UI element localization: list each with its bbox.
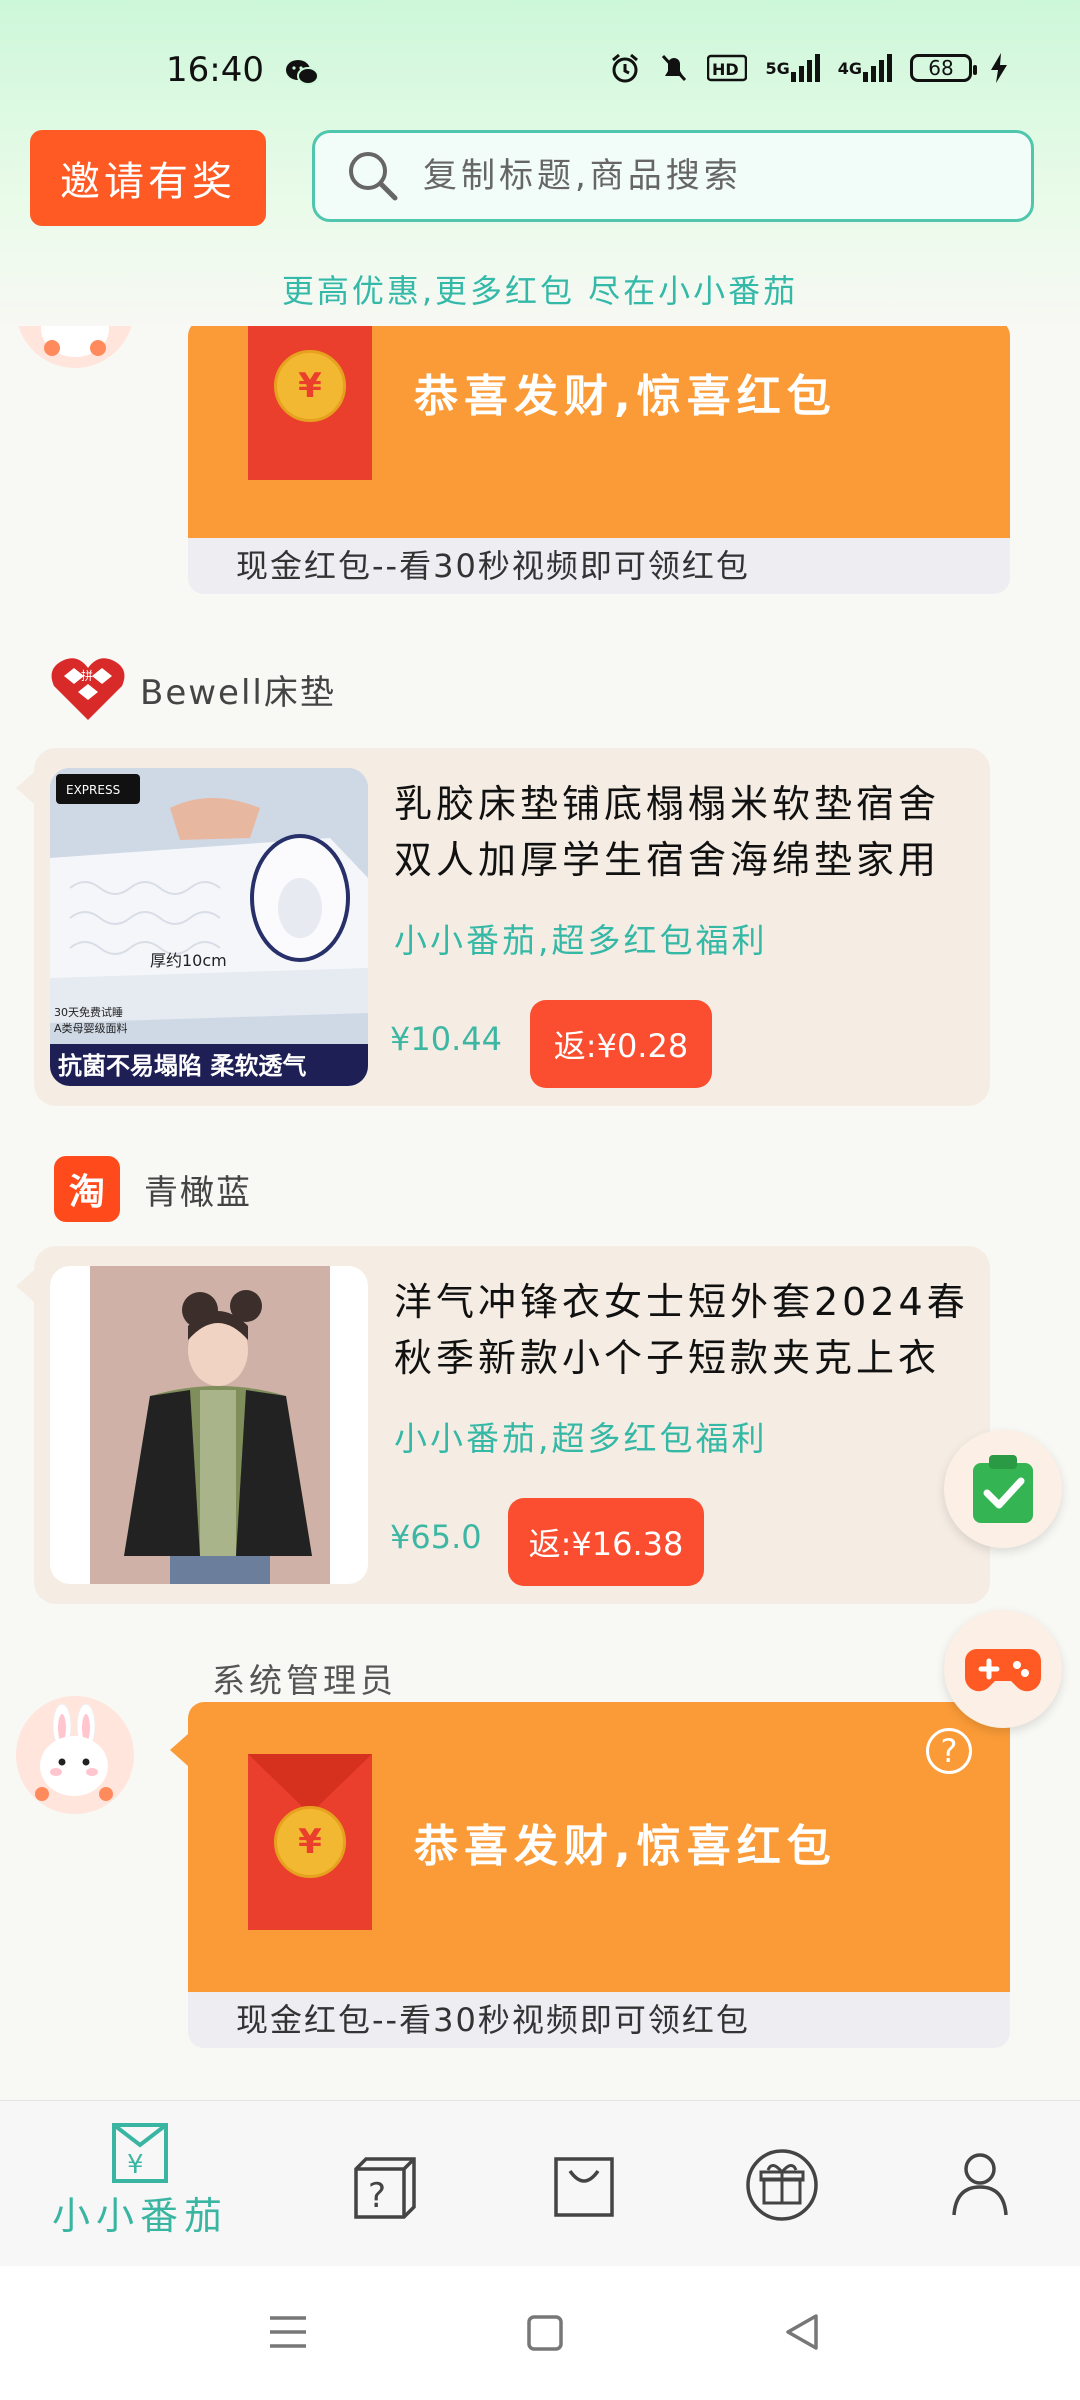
bubble-tail [170, 1734, 188, 1766]
product-tag: 小小番茄,超多红包福利 [394, 921, 768, 960]
svg-text:拼: 拼 [81, 669, 93, 683]
taobao-logo-text: 淘 [68, 1172, 105, 1213]
rebate-button[interactable]: 返:¥0.28 [530, 1000, 712, 1088]
invite-button[interactable]: 邀请有奖 [30, 130, 266, 226]
product-card[interactable]: 洋气冲锋衣女士短外套2024春秋季新款小个子短款夹克上衣 小小番茄,超多红包福利… [16, 1246, 990, 1604]
store-logo-icon: 拼 [51, 658, 125, 720]
red-packet-title: 恭喜发财,惊喜红包 [414, 1821, 837, 1872]
red-packet-subtitle: 现金红包--看30秒视频即可领红包 [236, 2001, 750, 2039]
nav-home-label: 小小番茄 [52, 2194, 229, 2238]
gamepad-icon [964, 1649, 1042, 1692]
slogan: 更高优惠,更多红包 尽在小小番茄 [281, 272, 799, 310]
svg-text:¥: ¥ [127, 2150, 144, 2180]
status-bar: 16:40 HD 5G 4G 68 [0, 0, 1080, 130]
alarm-icon [609, 52, 641, 84]
signal-5g-icon: 5G [765, 54, 820, 82]
red-packet-title: 恭喜发财,惊喜红包 [414, 371, 837, 422]
search-bar[interactable] [312, 130, 1034, 222]
product-price: ¥10.44 [390, 1020, 502, 1058]
nav-help[interactable]: ? [352, 2153, 418, 2219]
rebate-button[interactable]: 返:¥16.38 [508, 1498, 704, 1586]
task-float-button[interactable] [944, 1430, 1062, 1548]
image-express-label: EXPRESS [66, 783, 120, 797]
coin-icon: ¥ [274, 350, 346, 422]
image-grade-label: A类母婴级面料 [54, 1021, 128, 1035]
nav-gift[interactable] [744, 2147, 820, 2223]
product-price: ¥65.0 [390, 1518, 482, 1556]
search-input[interactable] [421, 155, 1005, 197]
product-image[interactable]: EXPRESS 厚约10cm 30天免费试睡 A类母婴级面料 抗菌不易塌陷 柔软… [50, 768, 368, 1086]
red-packet-subtitle: 现金红包--看30秒视频即可领红包 [236, 547, 750, 585]
red-packet-card[interactable]: ¥ 恭喜发财,惊喜红包 ? 现金红包--看30秒视频即可领红包 [188, 1702, 1010, 2048]
question-box-icon: ? [354, 2157, 416, 2219]
network-5g-label: 5G [765, 58, 790, 78]
battery-level: 68 [928, 56, 954, 80]
admin-avatar-top[interactable] [16, 326, 134, 368]
red-envelope-icon: ¥ [248, 326, 372, 480]
menu-icon[interactable] [268, 2314, 308, 2350]
nav-profile[interactable] [950, 2151, 1010, 2217]
svg-text:HD: HD [712, 60, 739, 79]
hd-icon: HD [707, 54, 748, 82]
product-tag: 小小番茄,超多红包福利 [394, 1419, 768, 1458]
store-row[interactable]: 淘 青橄蓝 [54, 1156, 252, 1222]
home-icon[interactable] [526, 2314, 564, 2352]
red-envelope-icon: ¥ [248, 1754, 372, 1930]
shopping-bag-icon [554, 2157, 614, 2217]
help-icon[interactable]: ? [926, 1728, 972, 1774]
red-envelope-nav-icon: ¥ [112, 2123, 168, 2183]
image-trial-label: 30天免费试睡 [54, 1005, 123, 1019]
product-title[interactable]: 洋气冲锋衣女士短外套2024春秋季新款小个子短款夹克上衣 [394, 1274, 974, 1386]
red-packet-card-top[interactable]: ¥ 恭喜发财,惊喜红包 现金红包--看30秒视频即可领红包 [188, 326, 1010, 594]
product-image[interactable] [50, 1266, 368, 1584]
wechat-icon [284, 58, 320, 92]
product-card[interactable]: EXPRESS 厚约10cm 30天免费试睡 A类母婴级面料 抗菌不易塌陷 柔软… [16, 748, 990, 1106]
charging-icon [990, 53, 1008, 83]
taobao-logo-icon: 淘 [54, 1156, 120, 1222]
user-icon [952, 2153, 1008, 2216]
store-name: Bewell床垫 [140, 672, 336, 713]
mute-bell-icon [659, 52, 689, 84]
message-feed[interactable]: ¥ 恭喜发财,惊喜红包 现金红包--看30秒视频即可领红包 拼 Bewell床垫 [0, 326, 1080, 2096]
coin-icon: ¥ [274, 1806, 346, 1878]
image-banner-label: 抗菌不易塌陷 柔软透气 [58, 1052, 306, 1080]
svg-text:?: ? [368, 2176, 386, 2216]
store-row[interactable]: 拼 Bewell床垫 [50, 656, 336, 722]
gift-icon [746, 2149, 818, 2221]
admin-avatar[interactable] [16, 1696, 134, 1814]
store-name: 青橄蓝 [144, 1172, 252, 1213]
sender-name: 系统管理员 [212, 1661, 397, 1700]
nav-shop[interactable] [552, 2153, 616, 2219]
system-nav-bar [0, 2266, 1080, 2400]
signal-4g-icon: 4G [838, 54, 892, 82]
checklist-icon [973, 1455, 1033, 1523]
nav-home[interactable]: ¥ 小小番茄 [52, 2121, 228, 2240]
back-icon[interactable] [782, 2312, 822, 2352]
network-4g-label: 4G [837, 58, 862, 78]
battery-icon: 68 [910, 54, 977, 82]
image-thickness-label: 厚约10cm [150, 951, 227, 970]
bottom-nav: ¥ 小小番茄 ? [0, 2100, 1080, 2267]
game-float-button[interactable] [944, 1610, 1062, 1728]
product-title[interactable]: 乳胶床垫铺底榻榻米软垫宿舍双人加厚学生宿舍海绵垫家用 [394, 776, 974, 888]
search-icon [349, 152, 398, 201]
status-time: 16:40 [166, 50, 264, 90]
